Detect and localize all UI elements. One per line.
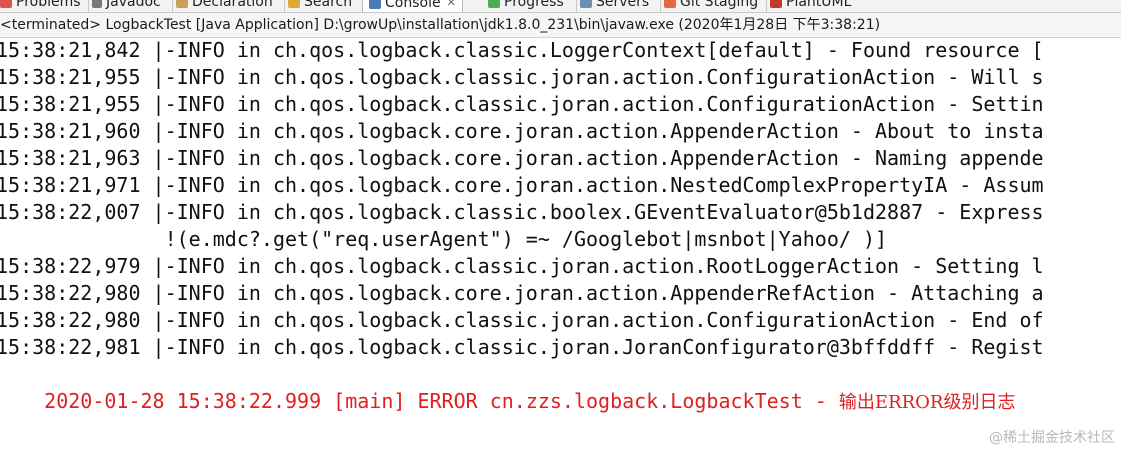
- tab-javadoc-label: Javadoc: [106, 0, 161, 10]
- progress-icon: [488, 0, 500, 8]
- console-line: 15:38:21,842 |-INFO in ch.qos.logback.cl…: [0, 38, 1044, 62]
- plantuml-icon: [770, 0, 782, 8]
- problems-icon: [0, 0, 12, 8]
- console-icon: [369, 0, 381, 9]
- servers-icon: [580, 0, 592, 8]
- error-line-message: 输出ERROR级别日志: [838, 392, 1016, 413]
- console-line: 15:38:22,980 |-INFO in ch.qos.logback.co…: [0, 281, 1044, 305]
- console-line: 15:38:21,960 |-INFO in ch.qos.logback.co…: [0, 119, 1044, 143]
- tab-console-label: Console: [385, 0, 441, 11]
- tab-declaration-label: Declaration: [192, 0, 273, 10]
- tab-servers[interactable]: Servers: [580, 0, 649, 11]
- console-line: 15:38:21,955 |-INFO in ch.qos.logback.cl…: [0, 92, 1044, 116]
- close-icon[interactable]: ✕: [447, 0, 456, 9]
- tab-servers-label: Servers: [596, 0, 650, 10]
- git-staging-icon: [664, 0, 676, 8]
- tab-javadoc[interactable]: Javadoc: [92, 0, 161, 11]
- view-tab-bar: Problems Javadoc Declaration Search Cons…: [0, 0, 1121, 13]
- console-line: 15:38:22,007 |-INFO in ch.qos.logback.cl…: [0, 200, 1044, 224]
- declaration-icon: [176, 0, 188, 8]
- tab-plantuml-label: PlantUML: [786, 0, 852, 10]
- console-line: 15:38:22,981 |-INFO in ch.qos.logback.cl…: [0, 335, 1044, 359]
- watermark: @稀土掘金技术社区: [989, 430, 1115, 446]
- tab-git-staging-label: Git Staging: [680, 0, 759, 10]
- console-line: 15:38:21,955 |-INFO in ch.qos.logback.cl…: [0, 65, 1044, 89]
- tab-git-staging[interactable]: Git Staging: [664, 0, 758, 11]
- console-line: 15:38:21,971 |-INFO in ch.qos.logback.co…: [0, 173, 1044, 197]
- tab-problems-label: Problems: [16, 0, 81, 10]
- tab-search[interactable]: Search: [288, 0, 352, 11]
- javadoc-icon: [92, 0, 102, 8]
- tab-progress[interactable]: Progress: [488, 0, 564, 11]
- tab-console[interactable]: Console ✕: [362, 0, 463, 12]
- error-line-prefix: 2020-01-28 15:38:22.999 [main] ERROR cn.…: [44, 389, 839, 413]
- tab-problems[interactable]: Problems: [0, 0, 81, 11]
- console-output[interactable]: 15:38:21,842 |-INFO in ch.qos.logback.cl…: [0, 37, 1121, 453]
- console-line: 15:38:22,980 |-INFO in ch.qos.logback.cl…: [0, 308, 1044, 332]
- tab-search-label: Search: [304, 0, 353, 10]
- search-icon: [288, 0, 300, 8]
- console-status-line: <terminated> LogbackTest [Java Applicati…: [0, 13, 1121, 38]
- console-error-line: 2020-01-28 15:38:22.999 [main] ERROR cn.…: [0, 361, 1015, 413]
- console-line: 15:38:22,979 |-INFO in ch.qos.logback.cl…: [0, 254, 1044, 278]
- console-line: !(e.mdc?.get("req.userAgent") =~ /Google…: [0, 227, 888, 251]
- tab-plantuml[interactable]: PlantUML: [770, 0, 851, 11]
- tab-progress-label: Progress: [504, 0, 564, 10]
- console-line: 15:38:21,963 |-INFO in ch.qos.logback.co…: [0, 146, 1044, 170]
- tab-declaration[interactable]: Declaration: [176, 0, 273, 11]
